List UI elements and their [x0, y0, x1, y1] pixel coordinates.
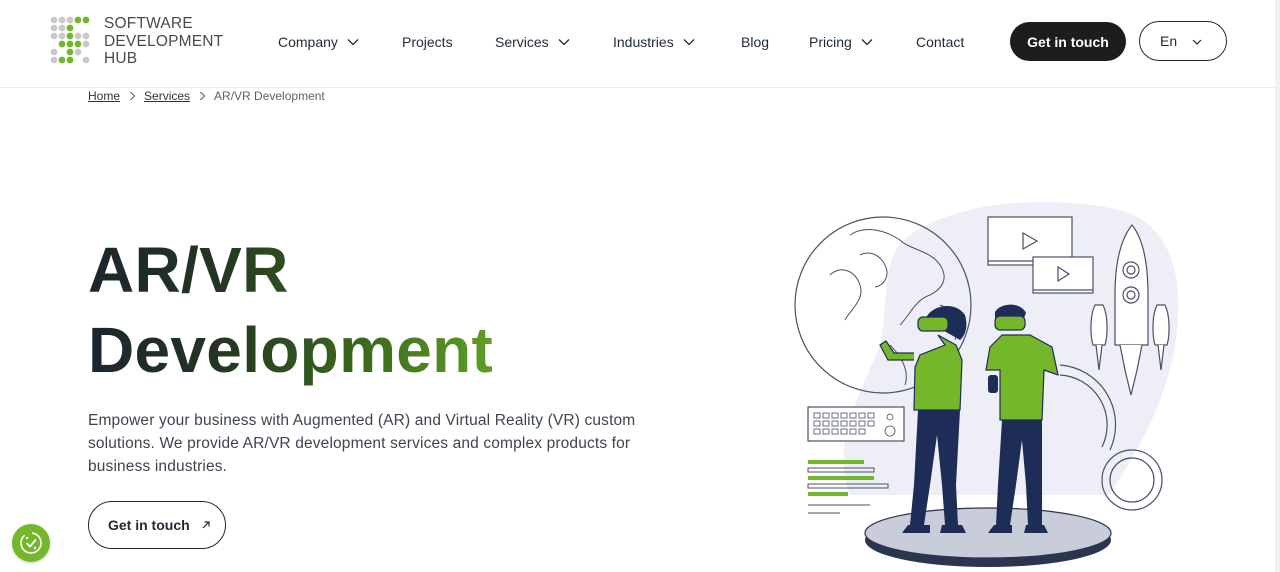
- breadcrumb-current: AR/VR Development: [214, 89, 325, 103]
- language-value: En: [1160, 33, 1178, 49]
- logo-mark-icon: [50, 16, 90, 64]
- nav-item-pricing[interactable]: Pricing: [809, 30, 873, 54]
- chevron-down-icon: [558, 39, 570, 46]
- nav-item-label: Services: [495, 34, 549, 50]
- page-title-line-2: Development: [88, 314, 494, 386]
- arrow-up-right-icon: [202, 521, 210, 529]
- nav-item-label: Contact: [916, 34, 965, 50]
- chevron-down-icon: [861, 39, 873, 46]
- get-in-touch-hero-button[interactable]: Get in touch: [88, 501, 226, 549]
- breadcrumb-home-link[interactable]: Home: [88, 89, 120, 103]
- hero-description: Empower your business with Augmented (AR…: [88, 412, 636, 475]
- nav-item-blog[interactable]: Blog: [741, 30, 769, 54]
- breadcrumb: Home Services AR/VR Development: [88, 88, 325, 104]
- page-title: AR/VR Development: [88, 230, 548, 390]
- chevron-right-icon: [130, 91, 136, 101]
- page-title-line-1: AR/VR: [88, 234, 289, 306]
- logo-line-1: SOFTWARE: [104, 15, 193, 32]
- cookie-settings-icon: [20, 532, 42, 554]
- chevron-down-icon: [347, 39, 359, 46]
- site-header: SOFTWARE DEVELOPMENT HUB Company Project…: [0, 0, 1280, 88]
- nav-item-services[interactable]: Services: [495, 30, 570, 54]
- nav-item-contact[interactable]: Contact: [916, 30, 964, 54]
- nav-item-label: Pricing: [809, 34, 852, 50]
- logo-line-3: HUB: [104, 50, 138, 67]
- button-label: Get in touch: [108, 517, 190, 533]
- nav-item-projects[interactable]: Projects: [402, 30, 453, 54]
- cookie-settings-button[interactable]: [12, 524, 50, 562]
- scrollbar[interactable]: [1275, 0, 1280, 572]
- chevron-down-icon: [1192, 39, 1202, 45]
- logo[interactable]: SOFTWARE DEVELOPMENT HUB: [49, 15, 223, 68]
- nav-item-label: Industries: [613, 34, 674, 50]
- language-selector[interactable]: En: [1139, 21, 1227, 61]
- platform-icon: [864, 507, 1112, 567]
- nav-item-industries[interactable]: Industries: [613, 30, 695, 54]
- logo-text: SOFTWARE DEVELOPMENT HUB: [104, 15, 223, 68]
- breadcrumb-services-link[interactable]: Services: [144, 89, 190, 103]
- nav-item-label: Company: [278, 34, 338, 50]
- ar-vr-illustration: [794, 202, 1179, 567]
- get-in-touch-header-button[interactable]: Get in touch: [1010, 22, 1126, 61]
- logo-line-2: DEVELOPMENT: [104, 32, 224, 50]
- nav-item-label: Projects: [402, 34, 453, 50]
- chevron-right-icon: [200, 91, 206, 101]
- nav-item-label: Blog: [741, 34, 770, 50]
- keyboard-icon: [807, 406, 905, 442]
- nav-item-company[interactable]: Company: [278, 30, 359, 54]
- chevron-down-icon: [683, 39, 695, 46]
